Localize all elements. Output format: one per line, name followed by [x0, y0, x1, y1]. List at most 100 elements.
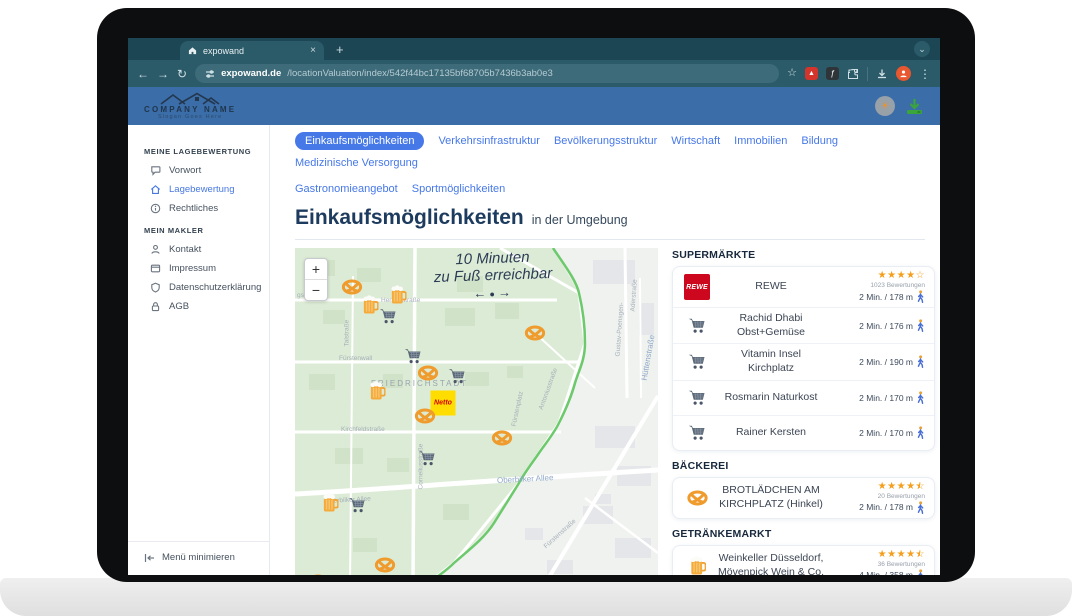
- site-settings-icon[interactable]: [205, 69, 215, 79]
- place-meta: ★★★★☆1023 Bewertungen2 Min. / 178 m: [830, 271, 925, 303]
- pdf-extension-icon[interactable]: ▲: [805, 67, 818, 80]
- sidebar-item-datenschutzerkl-rung[interactable]: Datenschutzerklärung: [128, 278, 269, 297]
- collapse-menu-button[interactable]: Menü minimieren: [128, 541, 269, 563]
- browser-menu-icon[interactable]: ⋮: [919, 68, 931, 80]
- map-zoom-in-button[interactable]: +: [305, 259, 327, 279]
- tab-immobilien[interactable]: Immobilien: [734, 135, 787, 147]
- sidebar-item-rechtliches[interactable]: Rechtliches: [128, 199, 269, 218]
- person-icon: [150, 244, 161, 255]
- page-title: Einkaufsmöglichkeiten: [295, 206, 524, 230]
- laptop-base: [0, 578, 1072, 616]
- tab-search-chevron-icon[interactable]: ⌄: [914, 41, 930, 57]
- map-street-label: Kirchfeldstraße: [341, 426, 385, 433]
- pretzel-icon: [682, 490, 712, 506]
- cart-icon: [682, 317, 712, 334]
- map-marker-cart-icon[interactable]: [448, 368, 466, 385]
- sidebar-item-label: Vorwort: [169, 165, 201, 176]
- place-meta: ★★★★★☆20 Bewertungen2 Min. / 178 m: [830, 482, 925, 514]
- walking-person-icon: [916, 501, 925, 514]
- cart-icon: [682, 424, 712, 441]
- map-marker-beer-icon[interactable]: [390, 285, 407, 305]
- map-marker-pretzel-icon[interactable]: [375, 557, 396, 573]
- netto-label: Netto: [434, 400, 452, 407]
- profile-avatar-icon[interactable]: [896, 66, 911, 81]
- tab-medizinische-versorgung[interactable]: Medizinische Versorgung: [295, 157, 418, 169]
- map-marker-cart-icon[interactable]: [348, 497, 366, 514]
- back-button[interactable]: ←: [137, 68, 149, 80]
- sidebar-item-kontakt[interactable]: Kontakt: [128, 240, 269, 259]
- place-row[interactable]: Rachid Dhabi Obst+Gemüse2 Min. / 176 m: [673, 308, 934, 344]
- map-marker-beer-icon[interactable]: [322, 493, 339, 513]
- place-meta: 2 Min. / 170 m: [830, 426, 925, 439]
- sidebar: MEINE LAGEBEWERTUNGVorwortLagebewertungR…: [128, 125, 270, 575]
- walking-person-icon: [916, 290, 925, 303]
- forward-button[interactable]: →: [157, 68, 169, 80]
- place-row[interactable]: Rainer Kersten2 Min. / 170 m: [673, 416, 934, 450]
- map-marker-beer-icon[interactable]: [369, 381, 386, 401]
- rooftops-icon: [159, 92, 221, 105]
- sidebar-item-impressum[interactable]: Impressum: [128, 259, 269, 278]
- walking-person-icon: [916, 426, 925, 439]
- map-marker-pretzel-icon[interactable]: [525, 325, 546, 341]
- sidebar-item-lagebewertung[interactable]: Lagebewertung: [128, 180, 269, 199]
- map-marker-pretzel-icon[interactable]: [492, 430, 513, 446]
- walk-time-annotation: 10 Minuten zu Fuß erreichbar ←●→: [406, 248, 580, 303]
- place-row[interactable]: Rosmarin Naturkost2 Min. / 170 m: [673, 381, 934, 416]
- reload-button[interactable]: ↻: [177, 68, 187, 80]
- map-marker-pretzel-icon[interactable]: [308, 574, 329, 575]
- review-count: 1023 Bewertungen: [870, 282, 925, 289]
- place-row[interactable]: Weinkeller Düsseldorf, Mövenpick Wein & …: [673, 546, 934, 575]
- tab-einkaufsmöglichkeiten[interactable]: Einkaufsmöglichkeiten: [295, 132, 424, 150]
- tab-gastronomieangebot[interactable]: Gastronomieangebot: [295, 183, 398, 195]
- sidebar-item-agb[interactable]: AGB: [128, 297, 269, 316]
- map-marker-cart-icon[interactable]: [418, 450, 436, 467]
- extensions-puzzle-icon[interactable]: [847, 68, 859, 80]
- fx-extension-icon[interactable]: ƒ: [826, 67, 839, 80]
- panel-card: Weinkeller Düsseldorf, Mövenpick Wein & …: [672, 545, 935, 575]
- app-header: COMPANY NAME Slogan Goes Here ☀: [128, 87, 940, 125]
- tab-bildung[interactable]: Bildung: [801, 135, 838, 147]
- download-report-icon[interactable]: [905, 98, 924, 115]
- new-tab-button[interactable]: +: [336, 42, 344, 57]
- walking-person-icon: [916, 569, 925, 575]
- tab-close-icon[interactable]: ×: [310, 46, 316, 56]
- map-marker-beer-icon[interactable]: [362, 295, 379, 315]
- home-favicon-icon: [188, 46, 197, 55]
- panel-section-title: BÄCKEREI: [672, 460, 935, 472]
- map-zoom-control: + −: [304, 258, 328, 301]
- sidebar-item-label: Rechtliches: [169, 203, 218, 214]
- place-row[interactable]: BROTLÄDCHEN AM KIRCHPLATZ (Hinkel)★★★★★☆…: [673, 478, 934, 518]
- downloads-icon[interactable]: [876, 68, 888, 80]
- company-logo[interactable]: COMPANY NAME Slogan Goes Here: [144, 92, 236, 121]
- bookmark-star-icon[interactable]: ☆: [787, 68, 797, 79]
- url-host: expowand.de: [221, 68, 281, 79]
- map-marker-pretzel-icon[interactable]: [418, 365, 439, 381]
- tab-sportmöglichkeiten[interactable]: Sportmöglichkeiten: [412, 183, 506, 195]
- sidebar-item-vorwort[interactable]: Vorwort: [128, 161, 269, 180]
- panel-section-title: SUPERMÄRKTE: [672, 249, 935, 261]
- theme-toggle-sun-icon[interactable]: ☀: [875, 96, 895, 116]
- map-zoom-out-button[interactable]: −: [305, 279, 327, 300]
- tab-wirtschaft[interactable]: Wirtschaft: [671, 135, 720, 147]
- cart-icon: [682, 353, 712, 370]
- map-marker-pretzel-icon[interactable]: [415, 408, 436, 424]
- home-icon: [150, 184, 161, 195]
- map-marker-pretzel-icon[interactable]: [342, 279, 363, 295]
- window-icon: [150, 263, 161, 274]
- rating-stars: ★★★★★☆: [878, 482, 925, 492]
- tab-verkehrsinfrastruktur[interactable]: Verkehrsinfrastruktur: [438, 135, 539, 147]
- company-slogan: Slogan Goes Here: [158, 114, 222, 120]
- place-row[interactable]: Vitamin Insel Kirchplatz2 Min. / 190 m: [673, 344, 934, 380]
- panel-card: REWEREWE★★★★☆1023 Bewertungen2 Min. / 17…: [672, 266, 935, 451]
- rating-stars: ★★★★★☆: [878, 550, 925, 560]
- place-row[interactable]: REWEREWE★★★★☆1023 Bewertungen2 Min. / 17…: [673, 267, 934, 308]
- url-bar[interactable]: expowand.de /locationValuation/index/542…: [195, 64, 779, 83]
- map-marker-cart-icon[interactable]: [404, 348, 422, 365]
- browser-tab[interactable]: expowand ×: [180, 41, 324, 60]
- distance-text: 2 Min. / 178 m: [859, 292, 913, 302]
- map[interactable]: + − 10 Minuten zu Fuß erreichbar ←●→ gst…: [295, 248, 658, 575]
- tab-bevölkerungsstruktur[interactable]: Bevölkerungsstruktur: [554, 135, 657, 147]
- map-marker-cart-icon[interactable]: [379, 308, 397, 325]
- sidebar-item-label: Lagebewertung: [169, 184, 235, 195]
- review-count: 20 Bewertungen: [878, 493, 925, 500]
